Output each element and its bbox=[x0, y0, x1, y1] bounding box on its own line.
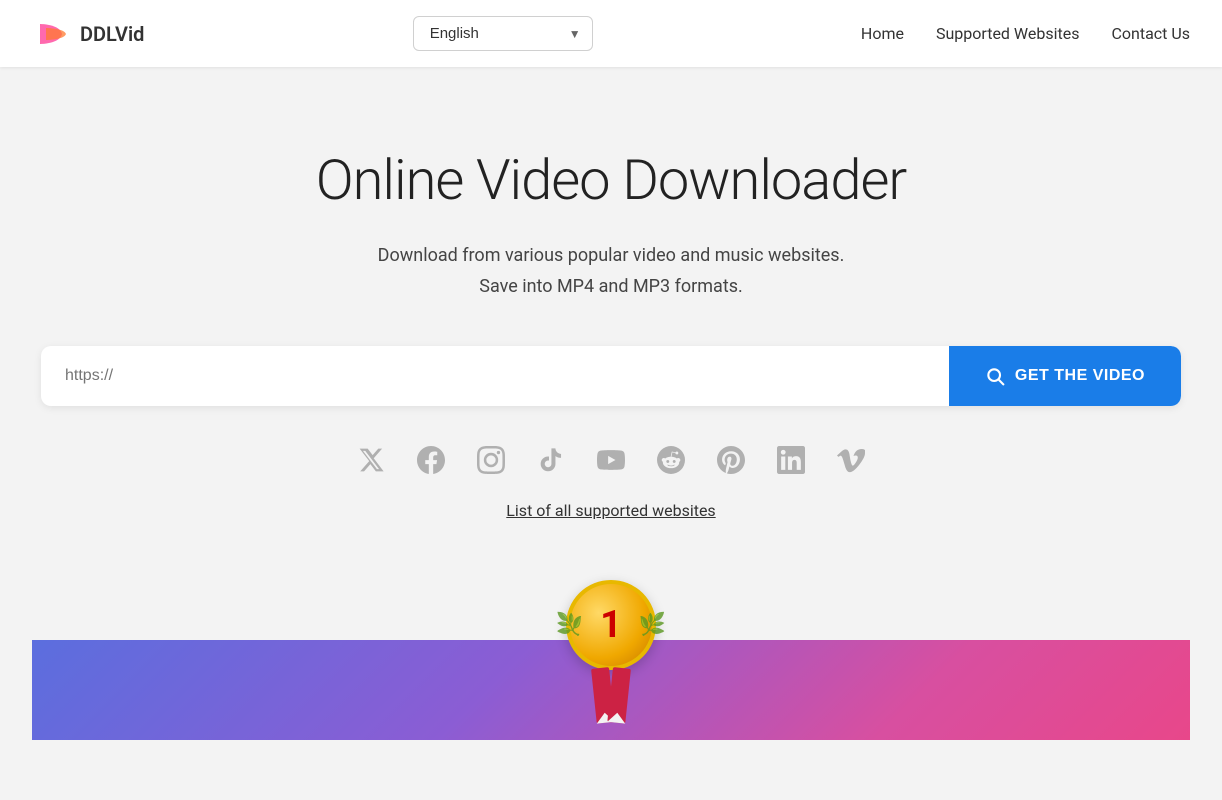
get-video-button[interactable]: GET THE VIDEO bbox=[949, 346, 1181, 406]
search-icon bbox=[985, 366, 1005, 386]
get-video-label: GET THE VIDEO bbox=[1015, 367, 1145, 385]
nav-contact-us[interactable]: Contact Us bbox=[1111, 24, 1190, 43]
medal-section: 1 bbox=[32, 580, 1190, 740]
hero-subtitle-line2: Save into MP4 and MP3 formats. bbox=[479, 276, 743, 297]
hero-subtitle: Download from various popular video and … bbox=[32, 241, 1190, 302]
twitter-icon[interactable] bbox=[357, 446, 385, 481]
supported-websites-link[interactable]: List of all supported websites bbox=[506, 501, 715, 520]
tiktok-icon[interactable] bbox=[537, 446, 565, 481]
header-center: English Spanish French German Chinese Ja… bbox=[144, 16, 860, 51]
instagram-icon[interactable] bbox=[477, 446, 505, 481]
nav-home[interactable]: Home bbox=[861, 24, 904, 43]
hero-subtitle-line1: Download from various popular video and … bbox=[378, 245, 845, 266]
medal-circle: 1 bbox=[566, 580, 656, 670]
facebook-icon[interactable] bbox=[417, 446, 445, 481]
ribbon-body bbox=[591, 668, 631, 723]
logo-link[interactable]: DDLVid bbox=[32, 14, 144, 54]
medal-wrapper: 1 bbox=[566, 580, 656, 723]
language-select[interactable]: English Spanish French German Chinese Ja… bbox=[413, 16, 593, 51]
main-nav: Home Supported Websites Contact Us bbox=[861, 24, 1190, 43]
language-selector-wrapper: English Spanish French German Chinese Ja… bbox=[413, 16, 593, 51]
pinterest-icon[interactable] bbox=[717, 446, 745, 481]
social-icons-row bbox=[32, 446, 1190, 481]
medal-ribbon bbox=[591, 666, 631, 723]
hero-title: Online Video Downloader bbox=[32, 147, 1190, 213]
vimeo-icon[interactable] bbox=[837, 446, 865, 481]
youtube-icon[interactable] bbox=[597, 446, 625, 481]
url-input[interactable] bbox=[41, 346, 949, 406]
linkedin-icon[interactable] bbox=[777, 446, 805, 481]
reddit-icon[interactable] bbox=[657, 446, 685, 481]
logo-text: DDLVid bbox=[80, 22, 144, 46]
main-content: Online Video Downloader Download from va… bbox=[0, 67, 1222, 800]
header: DDLVid English Spanish French German Chi… bbox=[0, 0, 1222, 67]
medal-number: 1 bbox=[600, 603, 622, 647]
ribbon-right bbox=[607, 667, 631, 724]
nav-supported-websites[interactable]: Supported Websites bbox=[936, 24, 1079, 43]
logo-icon bbox=[32, 14, 72, 54]
search-bar: GET THE VIDEO bbox=[41, 346, 1181, 406]
